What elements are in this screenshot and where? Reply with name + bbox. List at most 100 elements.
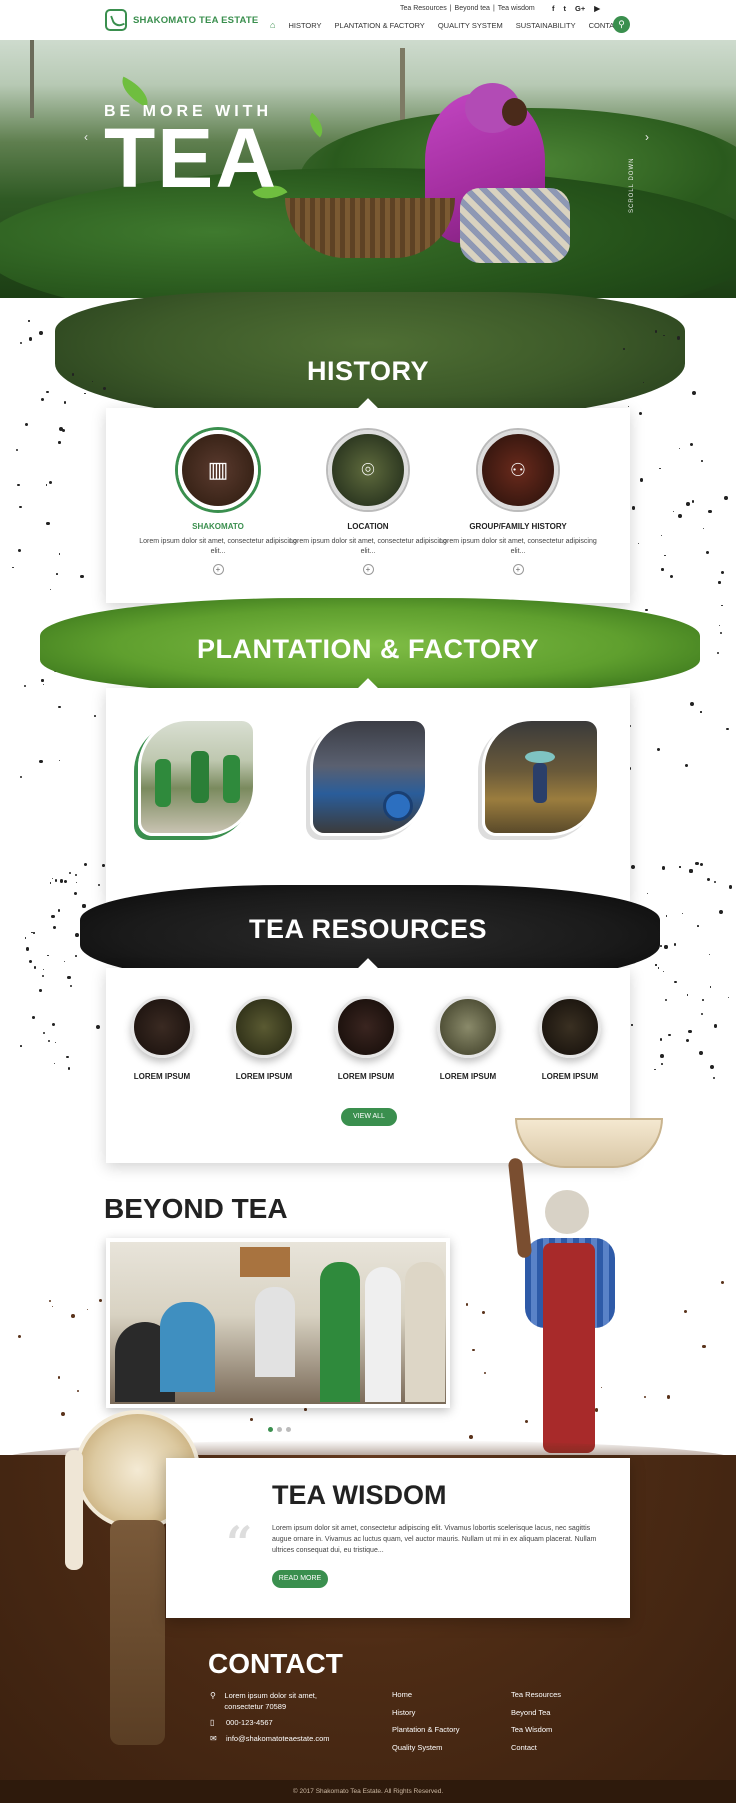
- read-more-button[interactable]: READ MORE: [272, 1570, 328, 1588]
- tea-speck: [59, 878, 64, 883]
- history-image: ▥: [178, 430, 258, 510]
- resource-label: LOREM IPSUM: [235, 1072, 293, 1081]
- carousel-dot[interactable]: [286, 1427, 291, 1432]
- resource-item[interactable]: LOREM IPSUM: [423, 996, 513, 1081]
- tea-speck: [661, 866, 666, 870]
- logo[interactable]: SHAKOMATO TEA ESTATE: [105, 9, 258, 31]
- tea-speck: [724, 495, 728, 500]
- scroll-down-label[interactable]: SCROLL DOWN: [629, 158, 635, 213]
- history-image: ⌾: [328, 430, 408, 510]
- plus-icon[interactable]: +: [512, 564, 524, 575]
- tea-speck: [674, 980, 677, 984]
- tea-speck: [654, 1068, 656, 1071]
- footer-link-home[interactable]: Home: [392, 1686, 460, 1704]
- workers-photo[interactable]: [138, 718, 256, 836]
- nav-sustainability[interactable]: SUSTAINABILITY: [516, 21, 576, 30]
- tea-speck: [58, 759, 61, 761]
- email-text: info@shakomatoteaestate.com: [226, 1734, 330, 1743]
- tea-speck: [714, 880, 717, 883]
- toplink-tea-wisdom[interactable]: Tea wisdom: [498, 5, 535, 12]
- nav-plantation-factory[interactable]: PLANTATION & FACTORY: [335, 21, 425, 30]
- history-item-group-family[interactable]: ⚇ GROUP/FAMILY HISTORY Lorem ipsum dolor…: [438, 430, 598, 575]
- tea-speck: [678, 513, 682, 518]
- tea-speck: [695, 861, 700, 866]
- contact-email[interactable]: ✉ info@shakomatoteaestate.com: [210, 1733, 330, 1744]
- nav-quality-system[interactable]: QUALITY SYSTEM: [438, 21, 503, 30]
- plantation-card: [106, 678, 630, 903]
- tea-speck: [727, 996, 729, 998]
- facebook-icon[interactable]: f: [552, 4, 555, 13]
- tea-speck: [51, 877, 53, 880]
- footer-link-history[interactable]: History: [392, 1704, 460, 1722]
- tea-speck: [86, 1308, 88, 1311]
- twitter-icon[interactable]: t: [564, 4, 567, 13]
- footer-link-plantation-factory[interactable]: Plantation & Factory: [392, 1721, 460, 1739]
- tea-speck: [43, 969, 45, 971]
- carousel-dot[interactable]: [277, 1427, 282, 1432]
- contact-phone[interactable]: ▯ 000-123-4567: [210, 1717, 273, 1728]
- chevron-right-icon[interactable]: ›: [645, 130, 649, 144]
- tea-speck: [718, 624, 721, 626]
- home-icon[interactable]: ⌂: [270, 20, 275, 30]
- tea-speck: [45, 484, 47, 486]
- tea-speck: [98, 1299, 103, 1303]
- view-all-button[interactable]: VIEW ALL: [341, 1108, 397, 1126]
- carousel-dot[interactable]: [268, 1427, 273, 1432]
- plus-icon[interactable]: +: [362, 564, 374, 575]
- social-links: f t G+ ▶: [552, 4, 600, 13]
- tea-speck: [720, 1280, 724, 1284]
- tea-speck: [48, 1039, 51, 1042]
- tea-speck: [659, 1038, 663, 1041]
- main-nav: ⌂ HISTORY PLANTATION & FACTORY QUALITY S…: [270, 20, 624, 30]
- tea-speck: [75, 881, 77, 883]
- wisdom-text: Lorem ipsum dolor sit amet, consectetur …: [272, 1525, 597, 1554]
- tea-speck: [664, 945, 668, 949]
- resource-item[interactable]: LOREM IPSUM: [525, 996, 615, 1081]
- tea-speck: [83, 392, 86, 395]
- google-plus-icon[interactable]: G+: [575, 4, 585, 13]
- history-item-shakomato[interactable]: ▥ SHAKOMATO Lorem ipsum dolor sit amet, …: [138, 430, 298, 575]
- tea-speck: [691, 500, 695, 503]
- tea-speck: [54, 879, 58, 882]
- tea-bowl-image: [335, 996, 397, 1058]
- brand-name: SHAKOMATO TEA ESTATE: [133, 14, 259, 26]
- resource-item[interactable]: LOREM IPSUM: [321, 996, 411, 1081]
- tea-speck: [64, 880, 68, 884]
- toplink-tea-resources[interactable]: Tea Resources: [400, 5, 447, 12]
- footer-link-contact[interactable]: Contact: [511, 1739, 561, 1757]
- tea-speck: [42, 1031, 45, 1035]
- tea-speck: [638, 412, 642, 416]
- footer-link-quality-system[interactable]: Quality System: [392, 1739, 460, 1757]
- tea-speck: [709, 1064, 714, 1069]
- tea-bowl-image: [539, 996, 601, 1058]
- tea-speck: [692, 390, 697, 395]
- toplink-beyond-tea[interactable]: Beyond tea: [455, 5, 490, 12]
- tea-speck: [96, 1025, 101, 1030]
- chevron-left-icon[interactable]: ‹: [84, 130, 88, 144]
- footer-link-tea-resources[interactable]: Tea Resources: [511, 1686, 561, 1704]
- footer-link-beyond-tea[interactable]: Beyond Tea: [511, 1704, 561, 1722]
- tea-speck: [58, 441, 61, 444]
- resource-item[interactable]: LOREM IPSUM: [219, 996, 309, 1081]
- tea-speck: [631, 1024, 633, 1026]
- tea-speck: [484, 1372, 487, 1375]
- youtube-icon[interactable]: ▶: [594, 4, 600, 13]
- tea-speck: [689, 869, 693, 873]
- factory-machinery-photo[interactable]: [310, 718, 428, 836]
- resource-item[interactable]: LOREM IPSUM: [117, 996, 207, 1081]
- nav-history[interactable]: HISTORY: [288, 21, 321, 30]
- history-item-title: SHAKOMATO: [192, 522, 244, 531]
- history-item-location[interactable]: ⌾ LOCATION Lorem ipsum dolor sit amet, c…: [288, 430, 448, 575]
- tea-speck: [700, 1012, 704, 1016]
- tea-speck: [47, 955, 49, 957]
- factory-floor-photo[interactable]: [482, 718, 600, 836]
- beyond-tea-photo[interactable]: [106, 1238, 450, 1408]
- tea-speck: [80, 575, 84, 579]
- tea-speck: [71, 1313, 75, 1318]
- tea-speck: [57, 1376, 61, 1379]
- tea-speck: [77, 1389, 80, 1392]
- plus-icon[interactable]: +: [212, 564, 224, 575]
- search-button[interactable]: ⚲: [613, 16, 630, 33]
- tea-speck: [15, 448, 19, 452]
- footer-link-tea-wisdom[interactable]: Tea Wisdom: [511, 1721, 561, 1739]
